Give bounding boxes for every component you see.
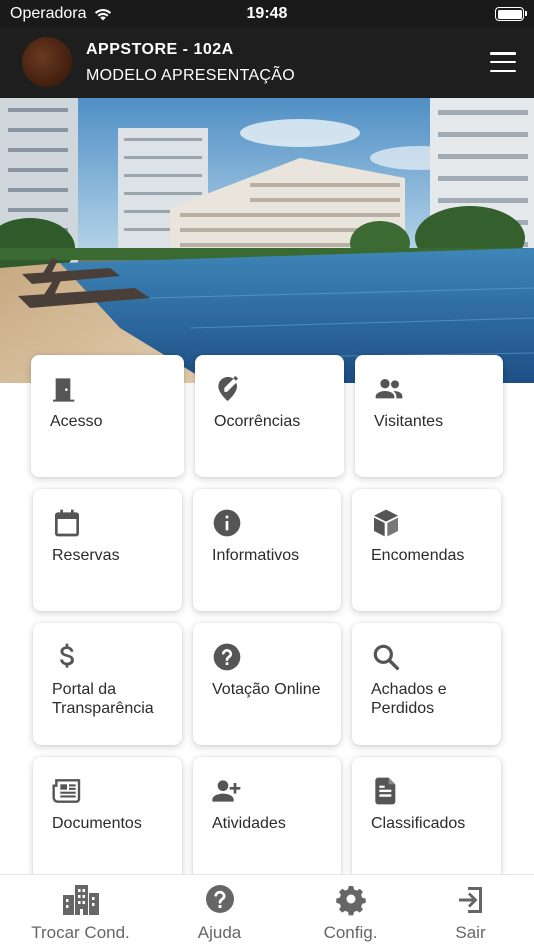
menu-card-label: Ocorrências bbox=[214, 413, 301, 430]
menu-card-informativos[interactable]: Informativos bbox=[193, 489, 341, 611]
hero-image bbox=[0, 98, 534, 383]
question-icon bbox=[211, 641, 243, 673]
menu-card-atividades[interactable]: Atividades bbox=[193, 757, 341, 879]
gear-icon bbox=[331, 883, 371, 917]
menu-card-votacao-online[interactable]: Votação Online bbox=[193, 623, 341, 745]
menu-card-classificados[interactable]: Classificados bbox=[352, 757, 501, 879]
tab-label: Trocar Cond. bbox=[31, 923, 130, 942]
search-icon bbox=[370, 641, 402, 673]
calendar-icon bbox=[51, 507, 83, 539]
info-icon bbox=[211, 507, 243, 539]
document-icon bbox=[370, 775, 402, 807]
menu-card-acesso[interactable]: Acesso bbox=[31, 355, 184, 477]
clock: 19:48 bbox=[246, 5, 288, 22]
bottom-tab-bar: Trocar Cond. Ajuda Config. Sair bbox=[0, 874, 534, 950]
menu-card-label: Portal da Transparência bbox=[52, 681, 154, 717]
condo-subtitle: MODELO APRESENTAÇÃO bbox=[86, 67, 296, 84]
menu-card-label: Visitantes bbox=[374, 413, 444, 430]
menu-card-ocorrencias[interactable]: Ocorrências bbox=[195, 355, 344, 477]
app-header: APPSTORE - 102A MODELO APRESENTAÇÃO bbox=[0, 28, 534, 98]
menu-card-label: Acesso bbox=[50, 413, 103, 430]
door-icon bbox=[49, 373, 81, 405]
tab-ajuda[interactable]: Ajuda bbox=[153, 875, 286, 950]
menu-card-label: Classificados bbox=[371, 815, 466, 832]
add-person-icon bbox=[211, 775, 243, 807]
menu-card-label: Achados e Perdidos bbox=[371, 681, 447, 717]
tab-label: Config. bbox=[323, 923, 378, 942]
battery-icon bbox=[495, 7, 527, 21]
menu-card-achados-perdidos[interactable]: Achados e Perdidos bbox=[352, 623, 501, 745]
tab-label: Ajuda bbox=[197, 923, 242, 942]
people-icon bbox=[373, 373, 405, 405]
condo-title: APPSTORE - 102A bbox=[86, 41, 234, 58]
menu-card-label: Encomendas bbox=[371, 547, 465, 564]
tab-trocar-cond[interactable]: Trocar Cond. bbox=[14, 875, 147, 950]
status-bar: Operadora 19:48 bbox=[0, 0, 534, 28]
package-icon bbox=[370, 507, 402, 539]
tab-label: Sair bbox=[455, 923, 486, 942]
condo-avatar[interactable] bbox=[22, 37, 72, 87]
menu-card-visitantes[interactable]: Visitantes bbox=[355, 355, 503, 477]
buildings-icon bbox=[61, 883, 101, 917]
menu-card-label: Informativos bbox=[212, 547, 300, 564]
menu-card-portal-transparencia[interactable]: Portal da Transparência bbox=[33, 623, 182, 745]
menu-card-label: Reservas bbox=[52, 547, 120, 564]
dollar-icon bbox=[51, 641, 83, 673]
menu-card-reservas[interactable]: Reservas bbox=[33, 489, 182, 611]
tab-sair[interactable]: Sair bbox=[404, 875, 534, 950]
hamburger-menu-icon[interactable] bbox=[490, 52, 516, 72]
menu-card-label: Votação Online bbox=[212, 681, 321, 698]
exit-icon bbox=[451, 883, 491, 917]
menu-card-label: Atividades bbox=[212, 815, 286, 832]
menu-card-label: Documentos bbox=[52, 815, 142, 832]
edit-pin-icon bbox=[213, 373, 245, 405]
menu-card-encomendas[interactable]: Encomendas bbox=[352, 489, 501, 611]
menu-card-documentos[interactable]: Documentos bbox=[33, 757, 182, 879]
condo-pool-photo bbox=[0, 98, 534, 383]
tab-config[interactable]: Config. bbox=[284, 875, 417, 950]
newspaper-icon bbox=[51, 775, 83, 807]
help-icon bbox=[200, 883, 240, 917]
